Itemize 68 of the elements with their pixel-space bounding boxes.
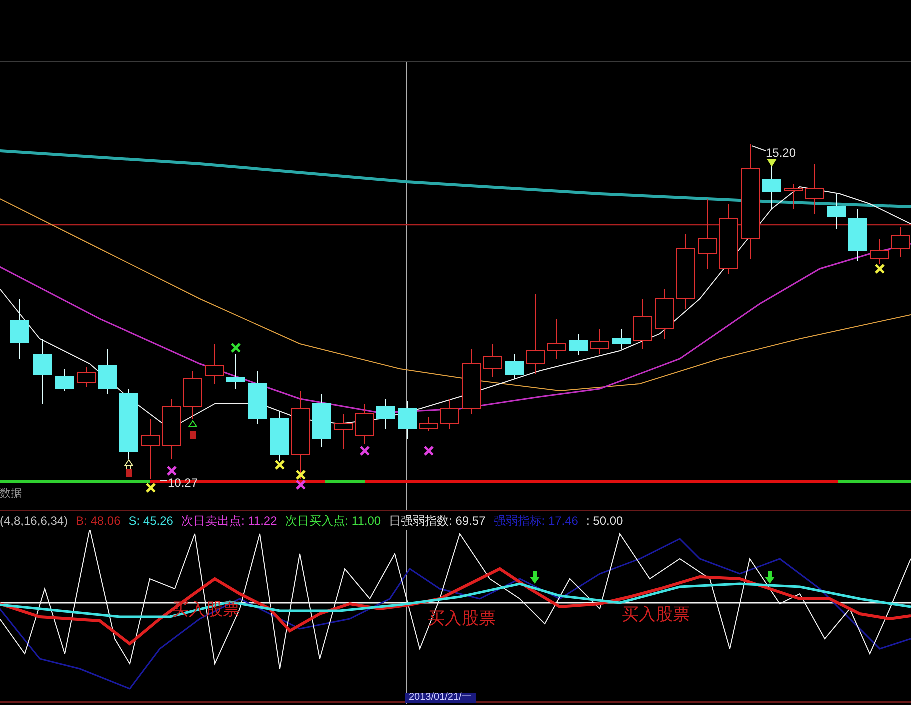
down-arrow-marker-icon (767, 159, 777, 167)
candlestick (870, 238, 890, 264)
candlestick (270, 410, 290, 462)
candlestick (10, 298, 30, 360)
candlestick (462, 348, 482, 414)
cross-marker-icon (230, 342, 242, 354)
cross-marker-icon (874, 264, 886, 274)
candlestick (206, 344, 224, 384)
candlestick (420, 416, 438, 432)
down-arrow-marker-icon (765, 571, 775, 584)
candlestick (634, 298, 652, 350)
up-arrow-marker-icon (124, 459, 134, 477)
candlestick (226, 354, 246, 390)
panel-label: 数据 (0, 487, 22, 502)
cross-marker-icon (166, 466, 178, 476)
legend-value: 次日买入点: 11.00 (285, 512, 382, 530)
candlestick (142, 418, 160, 480)
legend-value: 次日卖出点: 11.22 (181, 512, 278, 530)
legend-value: : 50.00 (586, 512, 624, 530)
candlestick (828, 194, 846, 230)
buy-signal-label: 买入股票 (622, 604, 690, 626)
candlestick (248, 370, 268, 424)
candlestick (376, 398, 396, 430)
low-price-label: 10.27 (168, 475, 198, 492)
candlestick (506, 354, 524, 380)
cross-marker-icon (360, 446, 370, 456)
candlestick (848, 208, 868, 262)
candlestick (590, 328, 610, 354)
date-label: 2013/01/21/一 (405, 693, 476, 703)
candlestick (484, 344, 502, 378)
candlestick (440, 398, 460, 430)
candlestick (78, 366, 96, 388)
down-arrow-marker-icon (530, 571, 540, 584)
candlestick (312, 394, 332, 448)
candlestick (34, 338, 52, 404)
high-price-label: 15.20 (766, 145, 796, 162)
candlestick (892, 226, 910, 258)
legend-value: 强弱指标: 17.46 (494, 512, 578, 530)
legend-value: B: 48.06 (76, 512, 121, 530)
candlestick (720, 204, 738, 274)
candlestick (184, 370, 202, 420)
cross-marker-icon (274, 460, 286, 470)
candlestick (570, 334, 588, 356)
candlestick (656, 288, 674, 340)
candlestick (806, 164, 824, 214)
legend-value: S: 45.26 (128, 512, 174, 530)
candlestick (548, 318, 566, 360)
up-arrow-marker-icon (188, 420, 198, 439)
cross-marker-icon (296, 480, 306, 490)
candlestick (356, 404, 374, 444)
candlestick (120, 388, 138, 460)
candlestick (698, 198, 718, 270)
cross-marker-icon (146, 482, 156, 494)
candlestick (762, 164, 782, 210)
candlestick (56, 368, 74, 392)
candlestick (98, 348, 118, 394)
legend-value: (4,8,16,6,34) (0, 512, 68, 530)
candlestick (334, 414, 354, 450)
candlestick (398, 400, 418, 440)
leader-line (160, 480, 168, 482)
candlestick (162, 398, 182, 460)
cross-marker-icon (296, 470, 306, 480)
candlestick (612, 328, 632, 350)
legend-value: 日强弱指数: 69.57 (389, 512, 486, 530)
cross-marker-icon (424, 446, 434, 456)
signal-bar-segment (325, 480, 365, 484)
leader-line (752, 146, 766, 152)
candlestick (784, 184, 804, 210)
